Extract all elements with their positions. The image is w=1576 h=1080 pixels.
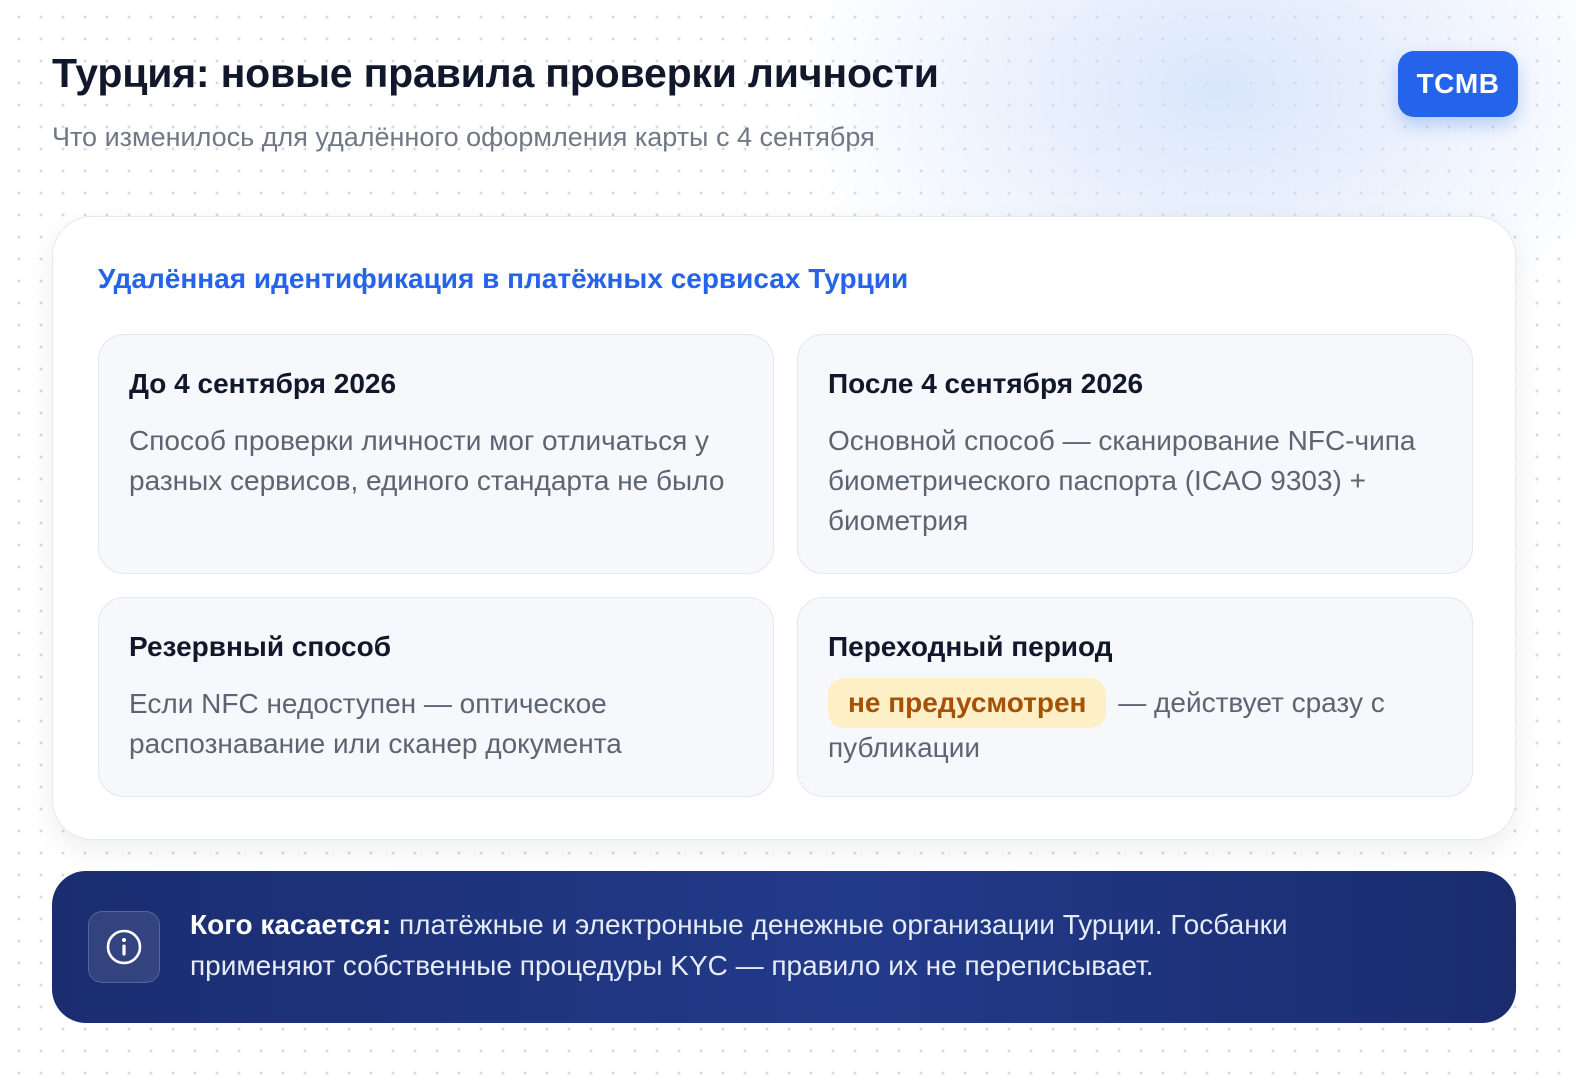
card-fallback-title: Резервный способ: [129, 631, 391, 662]
panel-title: Удалённая идентификация в платёжных серв…: [98, 263, 909, 294]
card-fallback-text: Если NFC недоступен — оптическое распозн…: [129, 688, 622, 759]
card-transition-text-block: не предусмотрен — действует сразу с публ…: [828, 678, 1442, 768]
card-before-title: До 4 сентября 2026: [129, 368, 397, 399]
notice-text-block: Кого касается: платёжные и электронные д…: [190, 904, 1440, 986]
card-before-text: Способ проверки личности мог отличаться …: [129, 425, 725, 496]
card-before: До 4 сентября 2026 Способ проверки лично…: [98, 334, 774, 574]
card-after-text: Основной способ — сканирование NFC-чипа …: [828, 425, 1416, 536]
card-fallback: Резервный способ Если NFC недоступен — о…: [98, 597, 774, 797]
notice-label: Кого касается:: [190, 909, 392, 940]
page-title: Турция: новые правила проверки личности: [52, 50, 939, 96]
card-after-title: После 4 сентября 2026: [828, 368, 1144, 399]
card-transition: Переходный период не предусмотрен — дейс…: [797, 597, 1473, 797]
highlight-badge: не предусмотрен: [828, 678, 1107, 728]
page-subtitle: Что изменилось для удалённого оформления…: [52, 122, 875, 152]
card-after: После 4 сентября 2026 Основной способ — …: [797, 334, 1473, 574]
identification-panel: Удалённая идентификация в платёжных серв…: [52, 216, 1516, 840]
brand-badge: TCMB: [1398, 51, 1518, 117]
card-transition-title: Переходный период: [828, 631, 1113, 662]
notice-banner: Кого касается: платёжные и электронные д…: [52, 871, 1516, 1023]
info-icon: [88, 911, 160, 983]
